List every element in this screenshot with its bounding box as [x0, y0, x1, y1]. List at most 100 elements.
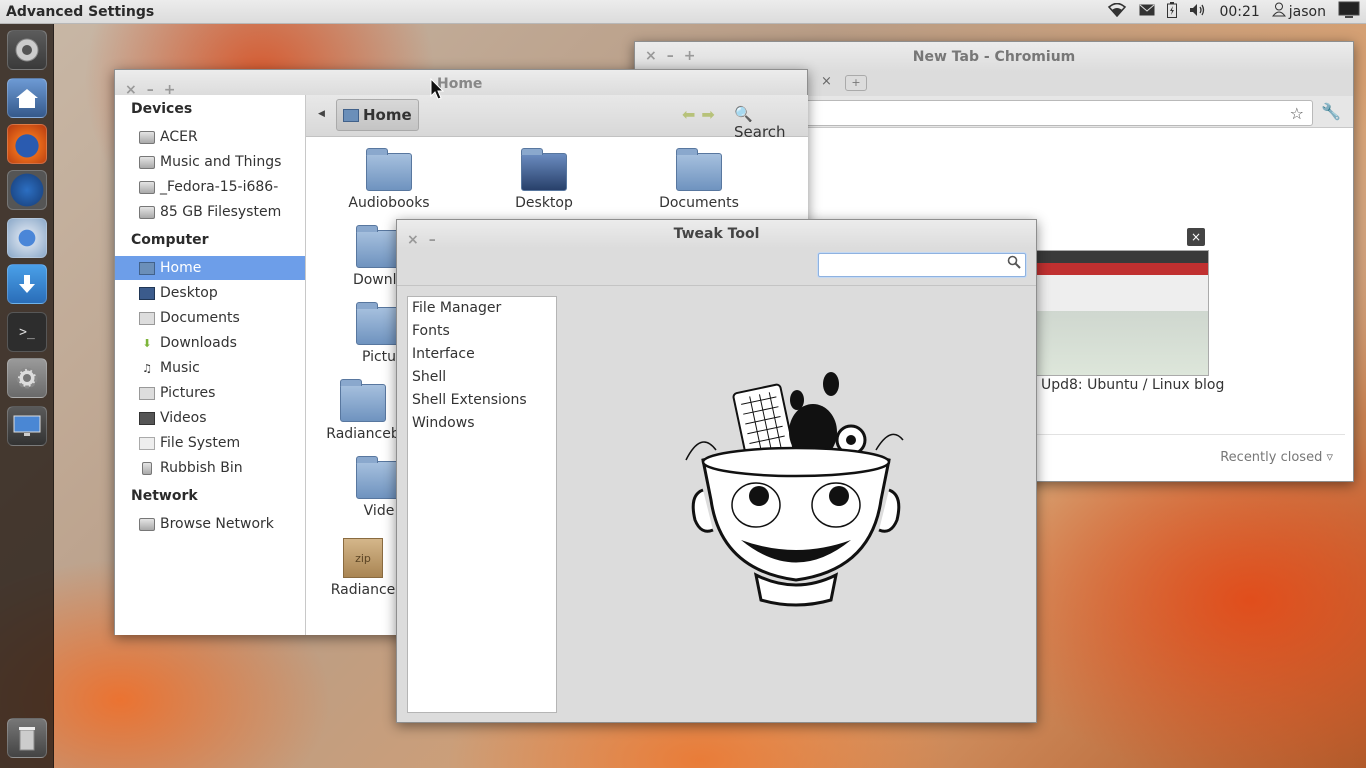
download-icon[interactable]	[7, 264, 47, 304]
dash-icon[interactable]	[7, 30, 47, 70]
sidebar-item-desktop[interactable]: Desktop	[115, 281, 305, 305]
battery-icon[interactable]	[1167, 1, 1178, 22]
trash-icon[interactable]	[7, 718, 47, 758]
category-list: File Manager Fonts Interface Shell Shell…	[407, 296, 557, 713]
user-icon	[1271, 2, 1286, 21]
window-buttons: × – +	[645, 48, 695, 64]
places-sidebar: Devices ACER Music and Things _Fedora-15…	[115, 95, 306, 635]
maximize-icon[interactable]: +	[684, 48, 696, 64]
user-menu[interactable]: jason	[1271, 2, 1326, 21]
network-icon	[139, 517, 155, 531]
network-header: Network	[131, 488, 198, 504]
category-windows[interactable]: Windows	[408, 412, 556, 435]
site-thumbnail[interactable]	[1035, 250, 1209, 376]
folder-icon	[521, 148, 567, 191]
sidebar-item-documents[interactable]: Documents	[115, 306, 305, 330]
path-scroll-left-icon[interactable]: ◀	[318, 109, 325, 119]
file-manager-toolbar: ◀ Home ⬅➡ 🔍 Search	[306, 95, 808, 141]
chevron-down-icon: ▿	[1326, 450, 1333, 465]
bookmark-star-icon[interactable]: ☆	[1290, 104, 1304, 123]
sidebar-item-music-and-things[interactable]: Music and Things	[115, 150, 305, 174]
firefox-icon[interactable]	[7, 124, 47, 164]
sidebar-item-videos[interactable]: Videos	[115, 406, 305, 430]
settings-icon[interactable]	[7, 358, 47, 398]
user-name: jason	[1288, 3, 1326, 20]
category-file-manager[interactable]: File Manager	[408, 297, 556, 320]
folder-icon	[676, 148, 722, 191]
thunderbird-icon[interactable]	[7, 170, 47, 210]
category-interface[interactable]: Interface	[408, 343, 556, 366]
terminal-icon[interactable]: >_	[7, 312, 47, 352]
sidebar-item-acer[interactable]: ACER	[115, 125, 305, 149]
search-button[interactable]: 🔍 Search	[734, 105, 808, 141]
mail-icon[interactable]	[1139, 4, 1155, 20]
download-arrow-icon: ⬇	[142, 336, 152, 350]
window-title: Tweak Tool	[673, 226, 760, 242]
trash-icon	[142, 461, 152, 475]
desktop-icon	[139, 286, 155, 300]
sidebar-item-downloads[interactable]: ⬇ Downloads	[115, 331, 305, 355]
nav-arrows: ⬅➡	[682, 105, 721, 124]
sidebar-item-home[interactable]: Home	[115, 256, 305, 280]
wrench-icon[interactable]: 🔧	[1321, 102, 1341, 121]
sidebar-item-fedora[interactable]: _Fedora-15-i686-	[115, 175, 305, 199]
sidebar-item-file-system[interactable]: File System	[115, 431, 305, 455]
mouse-cursor-icon	[430, 78, 444, 100]
drive-icon	[139, 155, 155, 169]
chromium-titlebar[interactable]: × – + New Tab - Chromium	[635, 42, 1353, 72]
home-icon	[343, 108, 359, 122]
close-icon[interactable]: ×	[645, 48, 657, 64]
film-icon	[139, 411, 155, 425]
tweak-tool-mascot-icon	[685, 372, 904, 607]
folder-documents[interactable]: Documents	[644, 148, 754, 211]
new-tab-button[interactable]: +	[845, 75, 867, 91]
back-arrow-icon[interactable]: ⬅	[682, 105, 701, 124]
top-panel: Advanced Settings 00:21 jason	[0, 0, 1366, 24]
recently-closed-menu[interactable]: Recently closed ▿	[1220, 450, 1333, 465]
home-icon	[139, 261, 155, 275]
tweak-tool-window[interactable]: × – Tweak Tool File Manager Fonts Interf…	[396, 219, 1037, 723]
zip-archive-icon: zip	[343, 538, 383, 578]
display-icon[interactable]	[7, 406, 47, 446]
devices-header: Devices	[131, 101, 193, 117]
forward-arrow-icon[interactable]: ➡	[701, 105, 720, 124]
search-icon	[1007, 255, 1021, 273]
sidebar-item-music[interactable]: ♫ Music	[115, 356, 305, 380]
file-manager-titlebar[interactable]: × – + Home	[115, 70, 807, 98]
home-folder-icon[interactable]	[7, 78, 47, 118]
category-shell-extensions[interactable]: Shell Extensions	[408, 389, 556, 412]
window-title: New Tab - Chromium	[912, 49, 1076, 65]
tab-close-icon[interactable]: ×	[821, 74, 832, 89]
path-button-home[interactable]: Home	[336, 99, 419, 131]
category-fonts[interactable]: Fonts	[408, 320, 556, 343]
search-input[interactable]	[818, 253, 1026, 277]
folder-audiobooks[interactable]: Audiobooks	[334, 148, 444, 211]
sidebar-item-browse-network[interactable]: Browse Network	[115, 512, 305, 536]
category-shell[interactable]: Shell	[408, 366, 556, 389]
thumbnail-close-icon[interactable]: ×	[1187, 228, 1205, 246]
unity-launcher: >_	[0, 24, 54, 768]
minimize-icon[interactable]: –	[667, 48, 674, 64]
tweak-tool-header	[397, 248, 1036, 286]
chromium-icon[interactable]	[7, 218, 47, 258]
folder-desktop[interactable]: Desktop	[489, 148, 599, 211]
divider	[1035, 434, 1345, 435]
clock[interactable]: 00:21	[1219, 4, 1259, 20]
app-title: Advanced Settings	[6, 3, 155, 20]
wifi-icon[interactable]	[1107, 2, 1127, 21]
sidebar-item-rubbish-bin[interactable]: Rubbish Bin	[115, 456, 305, 480]
session-icon[interactable]	[1338, 1, 1360, 23]
address-bar[interactable]: ☆	[765, 100, 1313, 126]
music-note-icon: ♫	[142, 361, 152, 375]
sidebar-item-pictures[interactable]: Pictures	[115, 381, 305, 405]
pictures-icon	[139, 386, 155, 400]
thumbnail-caption[interactable]: Upd8: Ubuntu / Linux blog	[1041, 377, 1224, 393]
sidebar-item-85gb[interactable]: 85 GB Filesystem	[115, 200, 305, 224]
documents-icon	[139, 311, 155, 325]
volume-icon[interactable]	[1189, 3, 1207, 21]
tweak-tool-titlebar[interactable]: × – Tweak Tool	[397, 220, 1036, 248]
drive-icon	[139, 180, 155, 194]
system-tray: 00:21 jason	[1107, 1, 1360, 23]
drive-icon	[139, 205, 155, 219]
file-system-icon	[139, 436, 155, 450]
